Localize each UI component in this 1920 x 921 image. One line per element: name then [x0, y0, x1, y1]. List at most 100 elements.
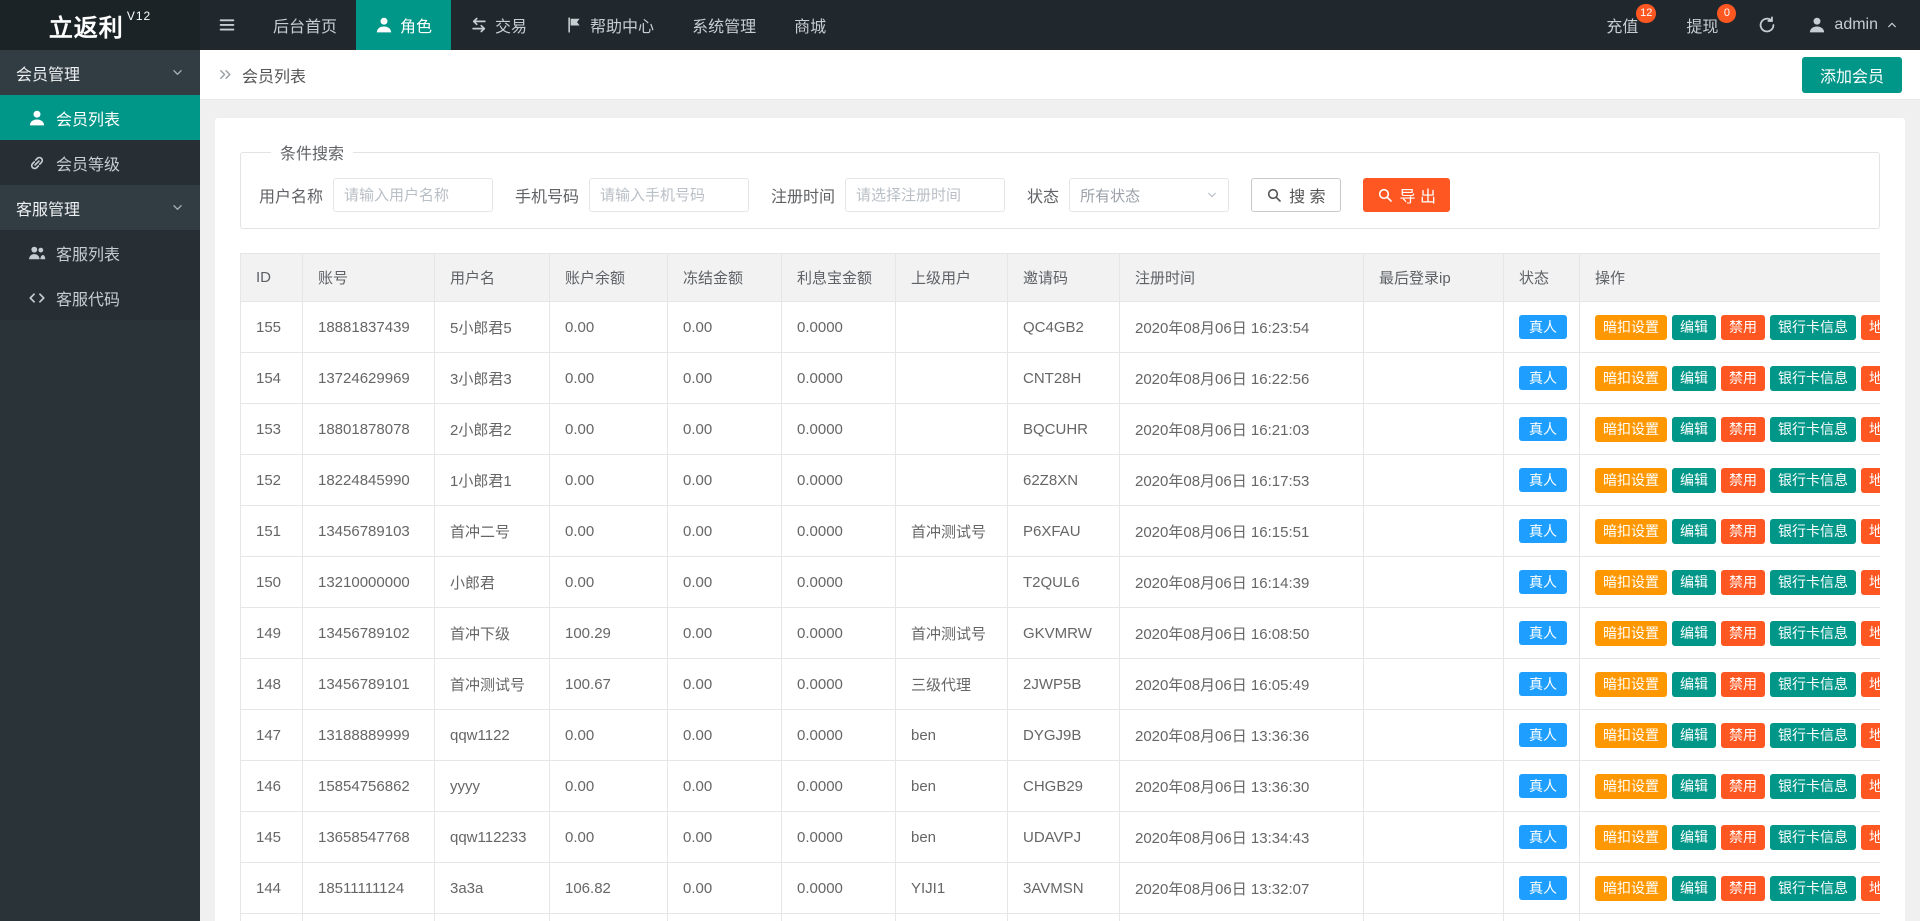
- search-button[interactable]: 搜 索: [1251, 178, 1340, 212]
- address-button[interactable]: 地址: [1861, 723, 1880, 748]
- address-button[interactable]: 地址: [1861, 825, 1880, 850]
- add-member-button[interactable]: 添加会员: [1802, 57, 1902, 93]
- status-badge[interactable]: 真人: [1519, 468, 1567, 492]
- phone-input[interactable]: [589, 178, 749, 212]
- recharge-button[interactable]: 充值 12: [1582, 0, 1662, 50]
- address-button[interactable]: 地址: [1861, 570, 1880, 595]
- disable-button[interactable]: 禁用: [1721, 672, 1765, 697]
- address-button[interactable]: 地址: [1861, 672, 1880, 697]
- status-badge[interactable]: 真人: [1519, 417, 1567, 441]
- hidden-deduction-button[interactable]: 暗扣设置: [1595, 621, 1667, 646]
- hidden-deduction-button[interactable]: 暗扣设置: [1595, 315, 1667, 340]
- withdraw-button[interactable]: 提现 0: [1662, 0, 1742, 50]
- sidebar-item-member-level[interactable]: 会员等级: [0, 140, 200, 185]
- username-input[interactable]: [333, 178, 493, 212]
- hidden-deduction-button[interactable]: 暗扣设置: [1595, 672, 1667, 697]
- cell-parent: ben: [896, 812, 1008, 863]
- edit-button[interactable]: 编辑: [1672, 417, 1716, 442]
- bank-card-info-button[interactable]: 银行卡信息: [1770, 519, 1856, 544]
- hidden-deduction-button[interactable]: 暗扣设置: [1595, 825, 1667, 850]
- status-badge[interactable]: 真人: [1519, 672, 1567, 696]
- disable-button[interactable]: 禁用: [1721, 825, 1765, 850]
- address-button[interactable]: 地址: [1861, 366, 1880, 391]
- hidden-deduction-button[interactable]: 暗扣设置: [1595, 366, 1667, 391]
- nav-item-home[interactable]: 后台首页: [254, 0, 356, 50]
- bank-card-info-button[interactable]: 银行卡信息: [1770, 468, 1856, 493]
- address-button[interactable]: 地址: [1861, 468, 1880, 493]
- regtime-input[interactable]: [845, 178, 1005, 212]
- bank-card-info-button[interactable]: 银行卡信息: [1770, 672, 1856, 697]
- address-button[interactable]: 地址: [1861, 621, 1880, 646]
- status-badge[interactable]: 真人: [1519, 519, 1567, 543]
- bank-card-info-button[interactable]: 银行卡信息: [1770, 570, 1856, 595]
- cell-invite: QC4GB2: [1008, 302, 1120, 353]
- disable-button[interactable]: 禁用: [1721, 570, 1765, 595]
- hidden-deduction-button[interactable]: 暗扣设置: [1595, 570, 1667, 595]
- disable-button[interactable]: 禁用: [1721, 723, 1765, 748]
- sidebar-item-service-code[interactable]: 客服代码: [0, 275, 200, 320]
- disable-button[interactable]: 禁用: [1721, 315, 1765, 340]
- sidebar-group-member-management[interactable]: 会员管理: [0, 50, 200, 95]
- edit-button[interactable]: 编辑: [1672, 876, 1716, 901]
- nav-item-role[interactable]: 角色: [356, 0, 451, 50]
- disable-button[interactable]: 禁用: [1721, 366, 1765, 391]
- status-badge[interactable]: 真人: [1519, 774, 1567, 798]
- hidden-deduction-button[interactable]: 暗扣设置: [1595, 723, 1667, 748]
- edit-button[interactable]: 编辑: [1672, 570, 1716, 595]
- sidebar-group-service-management[interactable]: 客服管理: [0, 185, 200, 230]
- bank-card-info-button[interactable]: 银行卡信息: [1770, 621, 1856, 646]
- status-badge[interactable]: 真人: [1519, 570, 1567, 594]
- edit-button[interactable]: 编辑: [1672, 723, 1716, 748]
- hidden-deduction-button[interactable]: 暗扣设置: [1595, 417, 1667, 442]
- status-badge[interactable]: 真人: [1519, 366, 1567, 390]
- address-button[interactable]: 地址: [1861, 519, 1880, 544]
- status-badge[interactable]: 真人: [1519, 825, 1567, 849]
- bank-card-info-button[interactable]: 银行卡信息: [1770, 723, 1856, 748]
- status-badge[interactable]: 真人: [1519, 723, 1567, 747]
- nav-item-trade[interactable]: 交易: [451, 0, 546, 50]
- bank-card-info-button[interactable]: 银行卡信息: [1770, 417, 1856, 442]
- edit-button[interactable]: 编辑: [1672, 366, 1716, 391]
- cell-interest: 0.0000: [782, 761, 896, 812]
- hidden-deduction-button[interactable]: 暗扣设置: [1595, 468, 1667, 493]
- bank-card-info-button[interactable]: 银行卡信息: [1770, 315, 1856, 340]
- bank-card-info-button[interactable]: 银行卡信息: [1770, 774, 1856, 799]
- hidden-deduction-button[interactable]: 暗扣设置: [1595, 519, 1667, 544]
- status-badge[interactable]: 真人: [1519, 621, 1567, 645]
- disable-button[interactable]: 禁用: [1721, 519, 1765, 544]
- edit-button[interactable]: 编辑: [1672, 315, 1716, 340]
- address-button[interactable]: 地址: [1861, 774, 1880, 799]
- export-button[interactable]: 导 出: [1363, 178, 1450, 212]
- nav-item-help[interactable]: 帮助中心: [546, 0, 673, 50]
- status-badge[interactable]: 真人: [1519, 876, 1567, 900]
- disable-button[interactable]: 禁用: [1721, 468, 1765, 493]
- disable-button[interactable]: 禁用: [1721, 774, 1765, 799]
- refresh-button[interactable]: [1742, 0, 1792, 50]
- hidden-deduction-button[interactable]: 暗扣设置: [1595, 774, 1667, 799]
- disable-button[interactable]: 禁用: [1721, 417, 1765, 442]
- edit-button[interactable]: 编辑: [1672, 468, 1716, 493]
- edit-button[interactable]: 编辑: [1672, 672, 1716, 697]
- sidebar-item-member-list[interactable]: 会员列表: [0, 95, 200, 140]
- bank-card-info-button[interactable]: 银行卡信息: [1770, 366, 1856, 391]
- edit-button[interactable]: 编辑: [1672, 519, 1716, 544]
- hidden-deduction-button[interactable]: 暗扣设置: [1595, 876, 1667, 901]
- nav-item-mall[interactable]: 商城: [775, 0, 845, 50]
- edit-button[interactable]: 编辑: [1672, 774, 1716, 799]
- sidebar-item-service-list[interactable]: 客服列表: [0, 230, 200, 275]
- bank-card-info-button[interactable]: 银行卡信息: [1770, 876, 1856, 901]
- address-button[interactable]: 地址: [1861, 417, 1880, 442]
- cell-id: 155: [241, 302, 303, 353]
- edit-button[interactable]: 编辑: [1672, 825, 1716, 850]
- bank-card-info-button[interactable]: 银行卡信息: [1770, 825, 1856, 850]
- sidebar-toggle-button[interactable]: [200, 0, 254, 50]
- status-badge[interactable]: 真人: [1519, 315, 1567, 339]
- status-select[interactable]: 所有状态: [1069, 178, 1229, 212]
- disable-button[interactable]: 禁用: [1721, 876, 1765, 901]
- nav-item-system[interactable]: 系统管理: [673, 0, 775, 50]
- address-button[interactable]: 地址: [1861, 876, 1880, 901]
- edit-button[interactable]: 编辑: [1672, 621, 1716, 646]
- disable-button[interactable]: 禁用: [1721, 621, 1765, 646]
- address-button[interactable]: 地址: [1861, 315, 1880, 340]
- admin-menu[interactable]: admin: [1792, 0, 1920, 50]
